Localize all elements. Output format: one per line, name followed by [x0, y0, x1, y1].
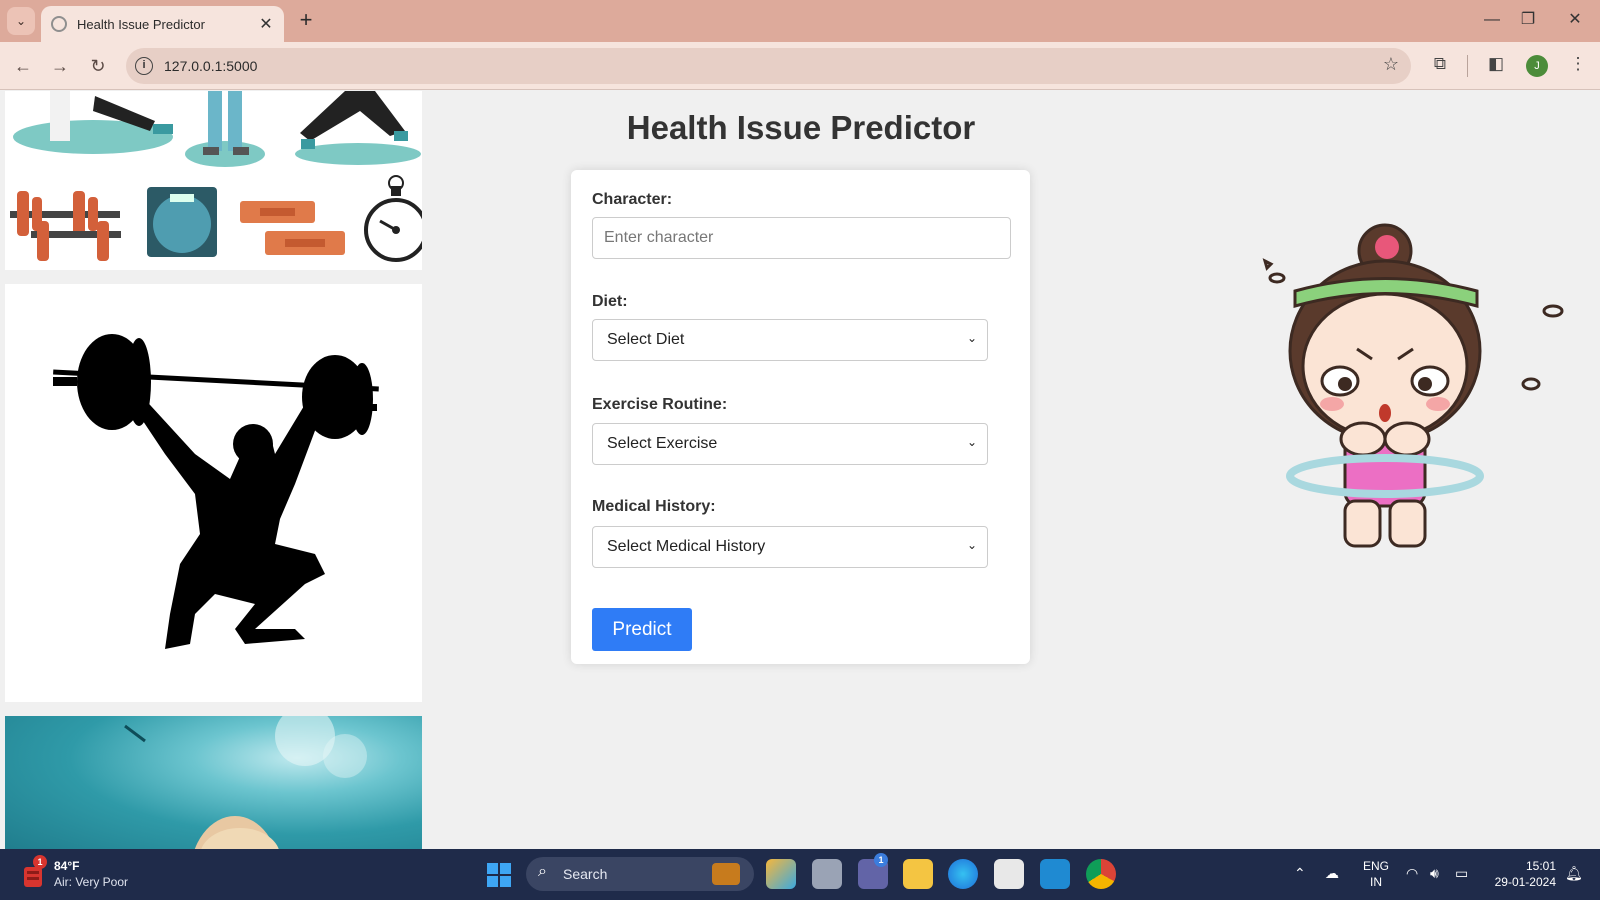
edge-icon[interactable] — [948, 859, 978, 889]
battery-icon[interactable]: ▭ — [1455, 865, 1468, 882]
tab-search-button[interactable]: ⌄ — [7, 7, 35, 35]
site-info-icon[interactable]: i — [135, 57, 153, 75]
globe-icon — [51, 16, 67, 32]
chevron-down-icon: ⌄ — [966, 538, 977, 552]
wifi-icon[interactable]: ◠ — [1406, 865, 1418, 882]
menu-kebab-icon[interactable]: ⋮ — [1566, 54, 1590, 74]
toolbar-divider — [1467, 55, 1468, 77]
swimming-pool-image — [5, 716, 422, 849]
character-input[interactable] — [592, 217, 1011, 259]
side-panel-icon[interactable]: ◧ — [1484, 54, 1508, 74]
notification-bell-icon[interactable]: 🔔︎ — [1565, 865, 1583, 882]
browser-tab[interactable]: Health Issue Predictor ✕ — [41, 6, 284, 42]
address-url[interactable]: 127.0.0.1:5000 — [164, 58, 257, 74]
close-window-icon[interactable]: ✕ — [1560, 8, 1590, 32]
windows-start-icon[interactable] — [487, 863, 511, 887]
vscode-icon[interactable] — [1040, 859, 1070, 889]
system-clock[interactable]: 15:01 29-01-2024 — [1488, 858, 1556, 890]
bookmark-star-icon[interactable]: ☆ — [1383, 54, 1399, 75]
exercise-label: Exercise Routine: — [592, 396, 728, 413]
teams-badge: 1 — [874, 853, 888, 867]
chrome-icon[interactable] — [1086, 859, 1116, 889]
exercise-select-value: Select Exercise — [607, 435, 718, 452]
clock-date: 29-01-2024 — [1494, 875, 1556, 889]
page-content: Health Issue Predictor Character: Diet: … — [0, 91, 1600, 849]
minimize-icon[interactable]: — — [1477, 8, 1507, 32]
windows-taskbar: 1 84°F Air: Very Poor ⌕ Search 1 ⌃ ☁ ENG… — [0, 849, 1600, 900]
medical-history-select-value: Select Medical History — [607, 538, 766, 555]
weather-badge: 1 — [33, 855, 47, 869]
character-label: Character: — [592, 191, 673, 208]
chevron-up-icon[interactable]: ⌃ — [1294, 865, 1306, 882]
exercise-select[interactable]: Select Exercise ⌄ — [592, 423, 988, 465]
back-icon[interactable]: ← — [9, 52, 37, 80]
briefcase-icon — [712, 863, 740, 885]
chevron-down-icon: ⌄ — [966, 435, 977, 449]
chevron-down-icon: ⌄ — [966, 331, 977, 345]
hula-hoop-girl-image — [1228, 201, 1600, 561]
close-tab-icon[interactable]: ✕ — [258, 14, 274, 34]
medical-history-label: Medical History: — [592, 498, 716, 515]
diet-select[interactable]: Select Diet ⌄ — [592, 319, 988, 361]
weather-temperature[interactable]: 84°F — [54, 859, 79, 873]
weather-air-quality[interactable]: Air: Very Poor — [54, 875, 128, 889]
address-bar[interactable]: i 127.0.0.1:5000 ☆ — [126, 48, 1411, 84]
diet-select-value: Select Diet — [607, 331, 685, 348]
taskbar-search[interactable]: ⌕ Search — [526, 857, 754, 891]
new-tab-button[interactable]: + — [294, 9, 318, 33]
reload-icon[interactable]: ↻ — [84, 52, 112, 80]
language-indicator[interactable]: ENG IN — [1363, 858, 1389, 890]
medical-history-select[interactable]: Select Medical History ⌄ — [592, 526, 988, 568]
language-code: ENG — [1363, 859, 1390, 873]
microsoft-store-icon[interactable] — [994, 859, 1024, 889]
taskbar-search-label: Search — [563, 866, 608, 882]
forward-icon[interactable]: → — [46, 52, 74, 80]
task-view-icon[interactable] — [812, 859, 842, 889]
profile-avatar[interactable]: J — [1526, 55, 1548, 77]
onedrive-icon[interactable]: ☁ — [1325, 865, 1339, 882]
predictor-form-card: Character: Diet: Select Diet ⌄ Exercise … — [571, 170, 1030, 664]
predict-button[interactable]: Predict — [592, 608, 692, 651]
browser-tabbar: ⌄ Health Issue Predictor ✕ + — ❐ ✕ — [0, 0, 1600, 42]
diet-label: Diet: — [592, 293, 628, 310]
restore-icon[interactable]: ❐ — [1513, 8, 1543, 32]
page-title: Health Issue Predictor — [626, 109, 976, 146]
weightlifter-image — [5, 284, 422, 702]
tab-title: Health Issue Predictor — [77, 16, 205, 32]
file-explorer-icon[interactable] — [903, 859, 933, 889]
browser-toolbar: ← → ↻ i 127.0.0.1:5000 ☆ ⧉ ◧ J ⋮ — [0, 42, 1600, 90]
clock-time: 15:01 — [1525, 859, 1556, 873]
volume-icon[interactable]: 🔊︎ — [1430, 865, 1439, 882]
search-icon: ⌕ — [538, 863, 547, 880]
exercise-clipart-image — [5, 91, 422, 270]
region-code: IN — [1370, 875, 1382, 889]
copilot-icon[interactable] — [766, 859, 796, 889]
extensions-icon[interactable]: ⧉ — [1428, 54, 1452, 74]
